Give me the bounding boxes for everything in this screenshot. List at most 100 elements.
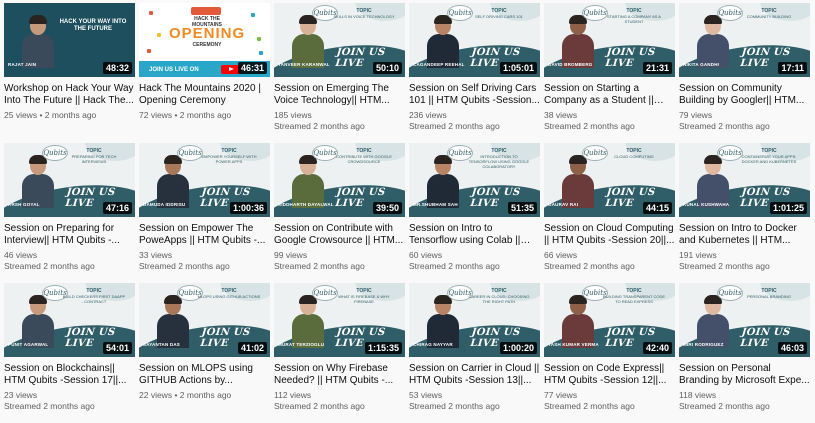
streamed-info: Streamed 2 months ago: [409, 121, 500, 131]
video-card[interactable]: Qubits TOPIC EMPOWER YOURSELF WITH POWER…: [139, 143, 270, 283]
video-title[interactable]: Session on Self Driving Cars 101 || HTM …: [409, 83, 540, 107]
confetti-shape: [149, 11, 153, 15]
topic-text: BUILD CHECKERS FIRST DAAPP - CONTRACT: [62, 294, 126, 304]
video-card[interactable]: Qubits TOPIC STARTING A COMPANY AS A STU…: [544, 3, 675, 143]
upload-age: 2 months ago: [179, 390, 232, 400]
video-title[interactable]: Session on Intro to Docker and Kubernete…: [679, 223, 810, 247]
video-title[interactable]: Session on Starting a Company as a Stude…: [544, 83, 675, 107]
topic-text: BUILDING TRANSPARENT CODE TO READ EXPRES…: [602, 294, 665, 304]
speaker-name: RAJAT JAIN: [8, 62, 37, 67]
video-card[interactable]: Qubits TOPIC SKILLS IN VOICE TECHNOLOGY …: [274, 3, 405, 143]
video-thumbnail[interactable]: Qubits TOPIC CONTRIBUTE WITH GOOGLE CROW…: [274, 143, 405, 217]
video-card[interactable]: Qubits TOPIC CONTRIBUTE WITH GOOGLE CROW…: [274, 143, 405, 283]
duration-badge: 54:01: [102, 342, 132, 354]
workshop-topic: HACK YOUR WAY INTO THE FUTURE: [59, 19, 127, 32]
view-count: 53 views: [409, 390, 443, 400]
video-meta: 185 views: [274, 110, 405, 121]
view-count: 23 views: [4, 390, 38, 400]
video-title[interactable]: Session on Empower The PoweApps || HTM Q…: [139, 223, 270, 247]
video-thumbnail[interactable]: Qubits TOPIC BUILD CHECKERS FIRST DAAPP …: [4, 283, 135, 357]
view-count: 99 views: [274, 250, 308, 260]
video-thumbnail[interactable]: Qubits TOPIC STARTING A COMPANY AS A STU…: [544, 3, 675, 77]
video-card[interactable]: Qubits TOPIC SELF DRIVING CARS 101 JOIN …: [409, 3, 540, 143]
video-card[interactable]: Qubits TOPIC PERSONAL BRANDING JOIN US L…: [679, 283, 810, 423]
video-thumbnail[interactable]: Qubits TOPIC EMPOWER YOURSELF WITH POWER…: [139, 143, 270, 217]
confetti-shape: [157, 33, 161, 37]
video-card[interactable]: HACK THE MOUNTAINS OPENING CEREMONY JOIN…: [139, 3, 270, 143]
video-meta: 53 views: [409, 390, 540, 401]
video-title[interactable]: Session on Carrier in Cloud || HTM Qubit…: [409, 363, 540, 387]
speaker-name: PUNIT AGARWAL: [8, 342, 49, 347]
video-thumbnail[interactable]: Qubits TOPIC WHAT IS FIREBASE & WHY FIRE…: [274, 283, 405, 357]
video-title[interactable]: Session on Contribute with Google Crowso…: [274, 223, 405, 247]
video-card[interactable]: Qubits TOPIC CLOUD COMPUTING JOIN US LIV…: [544, 143, 675, 283]
video-card[interactable]: Qubits TOPIC BUILD CHECKERS FIRST DAAPP …: [4, 283, 135, 423]
duration-badge: 44:15: [642, 202, 672, 214]
video-thumbnail[interactable]: Qubits TOPIC INTRODUCTION TO TENSORFLOW …: [409, 143, 540, 217]
duration-badge: 1:00:20: [499, 342, 537, 354]
topic-text: CLOUD COMPUTING: [614, 154, 654, 159]
video-card[interactable]: Qubits TOPIC BUILDING TRANSPARENT CODE T…: [544, 283, 675, 423]
video-card[interactable]: HACK YOUR WAY INTO THE FUTURE RAJAT JAIN 4…: [4, 3, 135, 143]
video-thumbnail[interactable]: HACK YOUR WAY INTO THE FUTURE RAJAT JAIN 4…: [4, 3, 135, 77]
video-thumbnail[interactable]: Qubits TOPIC CONTAINERIZE YOUR APPS: DOC…: [679, 143, 810, 217]
video-thumbnail[interactable]: Qubits TOPIC SELF DRIVING CARS 101 JOIN …: [409, 3, 540, 77]
video-title[interactable]: Session on Blockchains|| HTM Qubits -Ses…: [4, 363, 135, 387]
video-title[interactable]: Session on Community Building by Googler…: [679, 83, 810, 107]
topic-text: STARTING A COMPANY AS A STUDENT: [607, 14, 661, 24]
video-meta: 77 views: [544, 390, 675, 401]
topic-text: COMMUNITY BUILDING: [746, 14, 792, 19]
video-meta: 72 views • 2 months ago: [139, 110, 270, 121]
video-card[interactable]: Qubits TOPIC CONTAINERIZE YOUR APPS: DOC…: [679, 143, 810, 283]
video-title[interactable]: Session on Preparing for Interview|| HTM…: [4, 223, 135, 247]
video-title[interactable]: Session on MLOPS using GITHUB Actions by…: [139, 363, 270, 387]
ceremony-join-text: JOIN US LIVE ON: [149, 67, 199, 73]
topic-text: INTRODUCTION TO TENSORFLOW USING GOOGLE …: [468, 154, 530, 169]
video-thumbnail[interactable]: Qubits TOPIC CLOUD COMPUTING JOIN US LIV…: [544, 143, 675, 217]
speaker-photo: [292, 155, 324, 208]
speaker-photo: [427, 295, 459, 348]
video-thumbnail[interactable]: Qubits TOPIC BUILDING TRANSPARENT CODE T…: [544, 283, 675, 357]
topic-block: TOPIC PREPARING FOR TECH INTERVIEWS: [62, 149, 126, 165]
video-title[interactable]: Session on Personal Branding by Microsof…: [679, 363, 810, 387]
video-thumbnail[interactable]: Qubits TOPIC COMMUNITY BUILDING JOIN US …: [679, 3, 810, 77]
duration-badge: 41:02: [237, 342, 267, 354]
streamed-info: Streamed 2 months ago: [274, 121, 365, 131]
duration-badge: 47:16: [102, 202, 132, 214]
video-title[interactable]: Session on Emerging The Voice Technology…: [274, 83, 405, 107]
video-card[interactable]: Qubits TOPIC MLOPS USING GITHUB ACTIONS …: [139, 283, 270, 423]
video-thumbnail[interactable]: Qubits TOPIC MLOPS USING GITHUB ACTIONS …: [139, 283, 270, 357]
topic-block: TOPIC CAREER IN CLOUD: CHOOSING THE RIGH…: [467, 289, 531, 305]
video-thumbnail[interactable]: Qubits TOPIC PREPARING FOR TECH INTERVIE…: [4, 143, 135, 217]
video-title[interactable]: Hack The Mountains 2020 | Opening Ceremo…: [139, 83, 270, 107]
topic-block: TOPIC BUILD CHECKERS FIRST DAAPP - CONTR…: [62, 289, 126, 305]
video-title[interactable]: Workshop on Hack Your Way Into The Futur…: [4, 83, 135, 107]
video-thumbnail[interactable]: Qubits TOPIC SKILLS IN VOICE TECHNOLOGY …: [274, 3, 405, 77]
speaker-name: MR.SHUBHAM SAH: [413, 202, 458, 207]
video-thumbnail[interactable]: Qubits TOPIC CAREER IN CLOUD: CHOOSING T…: [409, 283, 540, 357]
video-meta: 23 views: [4, 390, 135, 401]
topic-block: TOPIC CONTAINERIZE YOUR APPS: DOCKER AND…: [737, 149, 801, 165]
video-card[interactable]: Qubits TOPIC CAREER IN CLOUD: CHOOSING T…: [409, 283, 540, 423]
speaker-name: CHIRAG NAYYAR: [413, 342, 453, 347]
video-thumbnail[interactable]: HACK THE MOUNTAINS OPENING CEREMONY JOIN…: [139, 3, 270, 77]
streamed-info: Streamed 2 months ago: [139, 261, 230, 271]
video-title[interactable]: Session on Cloud Computing || HTM Qubits…: [544, 223, 675, 247]
topic-text: SELF DRIVING CARS 101: [475, 14, 523, 19]
video-title[interactable]: Session on Code Express|| HTM Qubits -Se…: [544, 363, 675, 387]
opening-text: OPENING: [169, 25, 246, 42]
video-title[interactable]: Session on Intro to Tensorflow using Col…: [409, 223, 540, 247]
video-thumbnail[interactable]: Qubits TOPIC PERSONAL BRANDING JOIN US L…: [679, 283, 810, 357]
video-card[interactable]: Qubits TOPIC COMMUNITY BUILDING JOIN US …: [679, 3, 810, 143]
video-card[interactable]: Qubits TOPIC INTRODUCTION TO TENSORFLOW …: [409, 143, 540, 283]
speaker-photo: [22, 15, 54, 68]
topic-block: TOPIC COMMUNITY BUILDING: [737, 9, 801, 20]
video-card[interactable]: Qubits TOPIC WHAT IS FIREBASE & WHY FIRE…: [274, 283, 405, 423]
speaker-name: KUNAL KUSHWAHA: [683, 202, 730, 207]
video-card[interactable]: Qubits TOPIC PREPARING FOR TECH INTERVIE…: [4, 143, 135, 283]
speaker-name: SAYANTAN DAS: [143, 342, 180, 347]
video-title[interactable]: Session on Why Firebase Needed? || HTM Q…: [274, 363, 405, 387]
video-meta: 33 views: [139, 250, 270, 261]
view-count: 66 views: [544, 250, 578, 260]
confetti-shape: [257, 37, 261, 41]
